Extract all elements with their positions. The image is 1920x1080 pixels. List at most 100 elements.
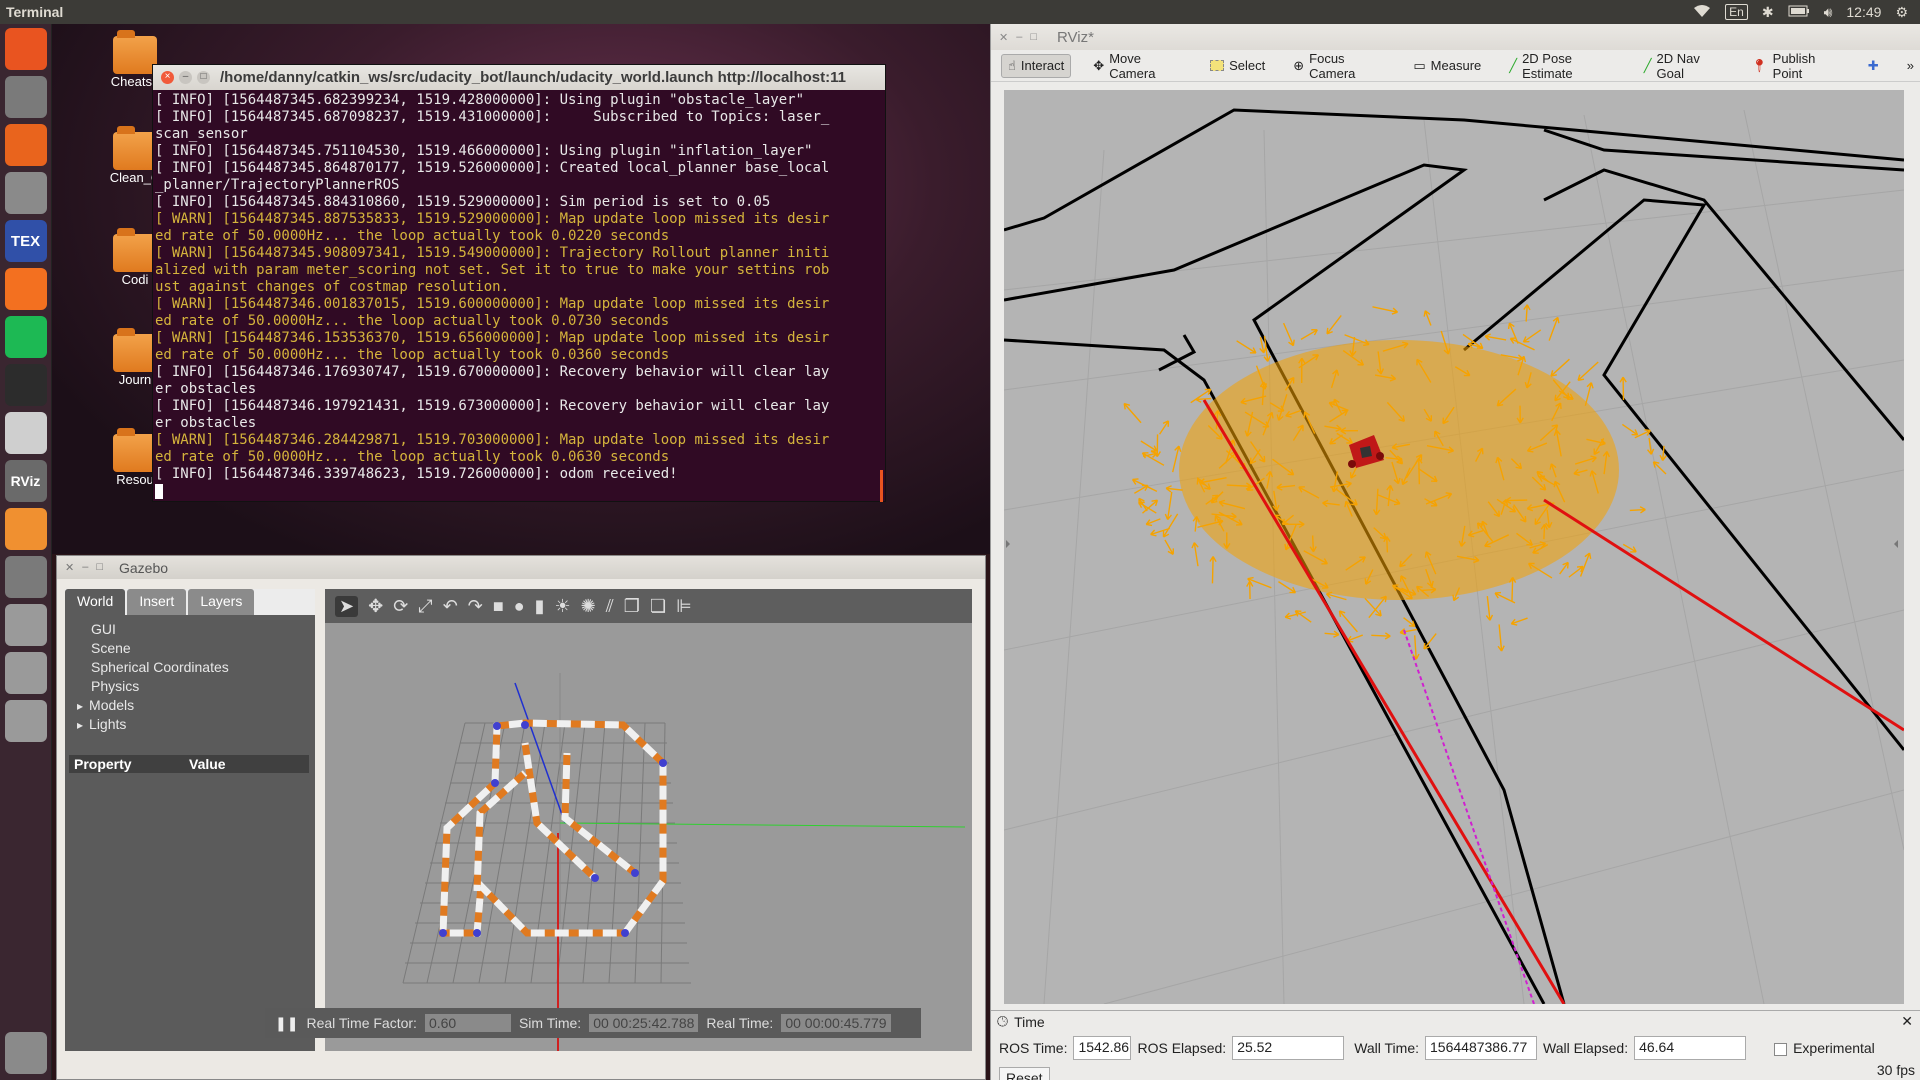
- minimize-icon[interactable]: –: [82, 561, 88, 574]
- gazebo-icon[interactable]: [4, 508, 47, 550]
- tree-item-scene[interactable]: Scene: [69, 640, 315, 659]
- terminal-window[interactable]: × – □ /home/danny/catkin_ws/src/udacity_…: [152, 64, 886, 502]
- pose-estimate-tool-button[interactable]: ╱ 2D Pose Estimate: [1503, 48, 1621, 84]
- wifi-icon[interactable]: [1693, 4, 1711, 21]
- redo-icon[interactable]: ↷: [468, 596, 483, 617]
- particle-arrow: [1510, 617, 1528, 626]
- close-icon[interactable]: ✕: [1901, 1013, 1913, 1030]
- terminal-icon[interactable]: [4, 364, 47, 406]
- select-tool-button[interactable]: Select: [1204, 55, 1271, 76]
- clock[interactable]: 12:49: [1846, 4, 1881, 20]
- drive-icon[interactable]: [4, 652, 47, 694]
- maximize-icon[interactable]: □: [96, 561, 103, 574]
- drive-icon[interactable]: [4, 700, 47, 742]
- chevron-right-icon: »: [1906, 58, 1914, 73]
- rtf-value: 0.60: [424, 1014, 511, 1032]
- rviz-scene[interactable]: [1004, 90, 1904, 1004]
- tool-label: 2D Pose Estimate: [1522, 50, 1573, 81]
- spotify-icon[interactable]: [4, 316, 47, 358]
- time-panel-title: Time: [1014, 1013, 1045, 1030]
- spot-light-icon[interactable]: ✺: [581, 596, 596, 617]
- particle-arrow: [1282, 322, 1295, 347]
- close-icon[interactable]: ×: [161, 71, 174, 84]
- focus-camera-icon: ⊕: [1293, 57, 1305, 73]
- workspace-icon[interactable]: [4, 556, 47, 598]
- align-icon[interactable]: ⊫: [676, 596, 692, 617]
- tree-item-models[interactable]: Models: [69, 697, 315, 716]
- reset-button[interactable]: Reset: [999, 1067, 1050, 1080]
- settings-gear-icon[interactable]: ⚙: [1895, 4, 1908, 21]
- scale-mode-icon[interactable]: ⤢: [418, 596, 432, 617]
- wall-elapsed-field[interactable]: 46.64: [1634, 1036, 1747, 1060]
- gazebo-3d-view[interactable]: ➤ ✥ ⟳ ⤢ ↶ ↷ ■ ● ▮ ☀ ✺ ⫽ ❐ ❏ ⊫: [325, 589, 972, 1051]
- publish-point-icon: 📍︎: [1751, 57, 1768, 73]
- terminal-output[interactable]: [ INFO] [1564487345.682399234, 1519.4280…: [153, 90, 885, 500]
- ubuntu-dash-icon[interactable]: [4, 28, 47, 70]
- close-icon[interactable]: ✕: [65, 561, 74, 574]
- terminal-scrollbar[interactable]: [880, 470, 883, 502]
- tab-world[interactable]: World: [65, 589, 126, 615]
- property-column-header: Property: [74, 756, 132, 772]
- drive-icon[interactable]: [4, 604, 47, 646]
- toolbar-overflow-button[interactable]: »: [1901, 55, 1920, 76]
- rviz-3d-view[interactable]: [1004, 90, 1904, 1004]
- gazebo-titlebar[interactable]: ✕ – □ Gazebo: [57, 556, 985, 579]
- point-light-icon[interactable]: ☀: [555, 596, 571, 617]
- interact-tool-button[interactable]: ☝ Interact: [1001, 53, 1072, 78]
- maximize-icon[interactable]: □: [197, 71, 210, 84]
- rviz-icon[interactable]: RViz: [4, 460, 47, 502]
- sphere-shape-icon[interactable]: ●: [514, 596, 525, 617]
- volume-icon[interactable]: 🔊︎: [1824, 4, 1833, 21]
- tab-layers[interactable]: Layers: [188, 589, 255, 615]
- directional-light-icon[interactable]: ⫽: [606, 596, 614, 617]
- tree-item-spherical-coordinates[interactable]: Spherical Coordinates: [69, 659, 315, 678]
- undo-icon[interactable]: ↶: [443, 596, 458, 617]
- nav-goal-tool-button[interactable]: ╱ 2D Nav Goal: [1638, 48, 1729, 84]
- copy-icon[interactable]: ❐: [624, 596, 640, 617]
- tree-item-lights[interactable]: Lights: [69, 716, 315, 735]
- keyboard-layout-indicator[interactable]: En: [1725, 4, 1748, 20]
- system-settings-icon[interactable]: [4, 172, 47, 214]
- rviz-window[interactable]: ✕ – □ RViz* ☝ Interact ✥ Move Camera Selec…: [990, 24, 1920, 1080]
- cylinder-shape-icon[interactable]: ▮: [535, 596, 545, 617]
- move-camera-tool-button[interactable]: ✥ Move Camera: [1087, 48, 1188, 84]
- tree-item-gui[interactable]: GUI: [69, 621, 315, 640]
- focus-camera-tool-button[interactable]: ⊕ Focus Camera: [1287, 48, 1391, 84]
- bluetooth-icon[interactable]: ✱: [1762, 4, 1774, 21]
- text-editor-icon[interactable]: [4, 412, 47, 454]
- experimental-checkbox[interactable]: Experimental: [1774, 1040, 1875, 1056]
- gazebo-scene[interactable]: [325, 623, 972, 1051]
- ros-elapsed-field[interactable]: 25.52: [1232, 1036, 1345, 1060]
- particle-arrow: [1145, 518, 1161, 527]
- software-center-icon[interactable]: [4, 124, 47, 166]
- translate-mode-icon[interactable]: ✥: [368, 596, 383, 617]
- tree-item-physics[interactable]: Physics: [69, 678, 315, 697]
- paste-icon[interactable]: ❏: [650, 596, 666, 617]
- right-splitter-icon[interactable]: [1894, 540, 1898, 548]
- files-icon[interactable]: [4, 76, 47, 118]
- box-shape-icon[interactable]: ■: [493, 596, 504, 617]
- minimize-icon[interactable]: –: [1016, 31, 1022, 44]
- left-splitter-icon[interactable]: [1006, 540, 1010, 548]
- firefox-icon[interactable]: [4, 268, 47, 310]
- publish-point-tool-button[interactable]: 📍︎ Publish Point: [1745, 48, 1846, 84]
- select-mode-icon[interactable]: ➤: [335, 595, 359, 617]
- pause-button[interactable]: ❚❚: [275, 1015, 298, 1032]
- fps-counter: 30 fps: [1876, 1062, 1915, 1078]
- minimize-icon[interactable]: –: [179, 71, 192, 84]
- gazebo-window[interactable]: ✕ – □ Gazebo World Insert Layers GUI Sce…: [56, 555, 986, 1080]
- close-icon[interactable]: ✕: [999, 31, 1008, 44]
- texmaker-icon[interactable]: TEX: [4, 220, 47, 262]
- trash-icon[interactable]: [4, 1032, 47, 1074]
- maximize-icon[interactable]: □: [1030, 31, 1037, 44]
- rviz-titlebar[interactable]: ✕ – □ RViz*: [991, 24, 1920, 50]
- x-axis-line: [559, 822, 966, 828]
- ros-time-field[interactable]: 1542.86: [1073, 1036, 1132, 1060]
- battery-icon[interactable]: [1788, 4, 1810, 20]
- wall-time-field[interactable]: 1564487386.77: [1425, 1036, 1538, 1060]
- measure-tool-button[interactable]: ▭ Measure: [1407, 55, 1487, 77]
- add-tool-button[interactable]: ✚: [1862, 55, 1885, 77]
- rotate-mode-icon[interactable]: ⟳: [393, 596, 408, 617]
- terminal-titlebar[interactable]: × – □ /home/danny/catkin_ws/src/udacity_…: [153, 65, 885, 90]
- tab-insert[interactable]: Insert: [127, 589, 187, 615]
